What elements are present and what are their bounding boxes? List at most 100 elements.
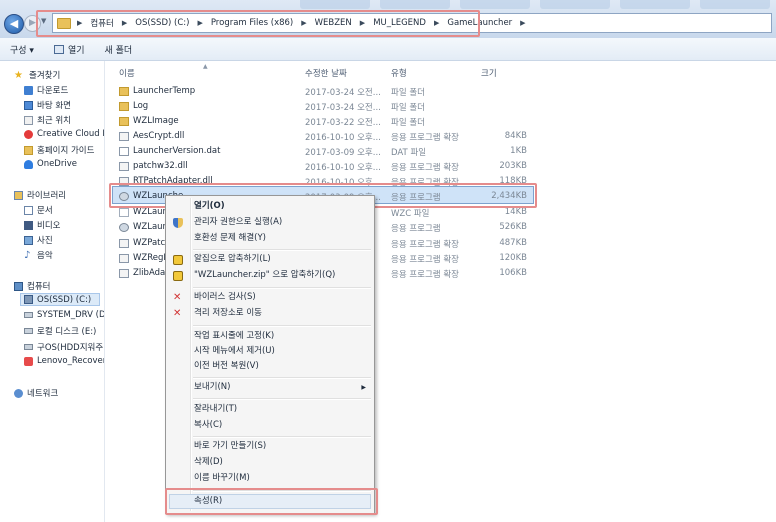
title-bar: ◀ ▶ ▼ ▶ 컴퓨터 ▶ OS(SSD) (C:) ▶ Program Files …: [0, 0, 776, 38]
nav-label: 구OS(HDD지워주: [37, 343, 104, 353]
open-window-icon: [53, 44, 64, 54]
table-row[interactable]: Log 2017-03-24 오전... 파일 폴더: [0, 99, 776, 114]
nav-drive-os[interactable]: OS(SSD) (C:): [20, 293, 100, 306]
network-icon: [14, 388, 23, 398]
column-name[interactable]: 이름: [119, 67, 135, 79]
column-date[interactable]: 수정한 날짜: [305, 67, 347, 79]
new-folder-button[interactable]: 새 폴더: [105, 43, 133, 56]
organize-button[interactable]: 구성 ▾: [10, 43, 34, 56]
nav-label: 로컬 디스크 (E:): [37, 327, 97, 337]
recovery-drive-icon: [24, 356, 33, 366]
table-row[interactable]: patchw32.dll 2016-10-10 오후... 응용 프로그램 확장…: [0, 159, 776, 174]
menu-item-cut[interactable]: 잘라내기(T): [194, 402, 370, 417]
file-type: 응용 프로그램 확장: [391, 133, 459, 143]
breadcrumb-mu-legend[interactable]: ▶ MU_LEGEND: [360, 18, 426, 28]
file-type: 응용 프로그램 확장: [391, 178, 459, 188]
file-date: 2017-03-24 오전...: [305, 88, 381, 98]
breadcrumb-os-drive[interactable]: ▶ OS(SSD) (C:): [122, 18, 190, 28]
organize-label: 구성 ▾: [10, 45, 34, 56]
table-row[interactable]: WZLImage 2017-03-22 오전... 파일 폴더: [0, 114, 776, 129]
nav-drive-old-os[interactable]: 구OS(HDD지워주: [24, 341, 103, 353]
breadcrumb-webzen[interactable]: ▶ WEBZEN: [301, 18, 352, 28]
menu-item-virus-scan[interactable]: 바이러스 검사(S): [194, 290, 370, 305]
menu-item-compatibility[interactable]: 호환성 문제 해결(Y): [194, 231, 370, 246]
nav-drive-system[interactable]: SYSTEM_DRV (D: [24, 310, 105, 320]
table-row[interactable]: WZRegPII 응용 프로그램 확장 120KB: [0, 251, 776, 266]
open-button[interactable]: 열기: [53, 43, 85, 56]
breadcrumb-program-files[interactable]: ▶ Program Files (x86): [197, 18, 293, 28]
table-row[interactable]: LauncherVersion.dat 2017-03-09 오후... DAT…: [0, 144, 776, 159]
menu-item-compress-alzip[interactable]: 알집으로 압축하기(L): [194, 252, 370, 267]
new-folder-label: 새 폴더: [104, 45, 133, 56]
recent-pages-chevron-icon[interactable]: ▼: [41, 17, 46, 25]
table-row[interactable]: WZLaunch WZC 파일 14KB: [0, 205, 776, 220]
file-date: 2016-10-10 오후...: [305, 133, 381, 143]
file-type: 응용 프로그램 확장: [391, 270, 459, 280]
breadcrumb-label: WEBZEN: [314, 18, 352, 28]
table-row[interactable]: WZLaunch 응용 프로그램 526KB: [0, 220, 776, 235]
table-row[interactable]: ZlibAdapt 응용 프로그램 확장 106KB: [0, 266, 776, 281]
table-row[interactable]: RTPatchAdapter.dll 2016-10-10 오후... 응용 프…: [0, 174, 776, 189]
menu-separator: [193, 287, 371, 289]
menu-item-pin-taskbar[interactable]: 작업 표시줄에 고정(K): [194, 329, 370, 344]
breadcrumb-label: OS(SSD) (C:): [135, 18, 190, 28]
file-name: LauncherVersion.dat: [133, 146, 221, 156]
nav-label: SYSTEM_DRV (D: [37, 310, 105, 320]
open-label: 열기: [67, 45, 85, 56]
drive-icon: [24, 344, 33, 350]
menu-item-rename[interactable]: 이름 바꾸기(M): [194, 471, 370, 486]
menu-icon-gutter: [190, 198, 192, 511]
menu-item-quarantine[interactable]: 격리 저장소로 이동: [194, 306, 370, 321]
nav-computer[interactable]: 컴퓨터: [14, 280, 50, 292]
menu-item-send-to[interactable]: 보내기(N) ▶: [194, 380, 370, 395]
nav-lenovo-recovery[interactable]: Lenovo_Recovery: [24, 356, 104, 366]
menu-separator: [193, 325, 371, 327]
column-headers: ▲ 이름 수정한 날짜 유형 크기: [0, 63, 776, 80]
file-size: 487KB: [499, 238, 527, 248]
table-row-selected[interactable]: WZLaunche 2017-03-09 오후... 응용 프로그램 2,434…: [0, 189, 776, 204]
file-size: 120KB: [499, 253, 527, 263]
menu-item-create-shortcut[interactable]: 바로 가기 만들기(S): [194, 439, 370, 454]
dll-file-icon: [119, 131, 129, 141]
table-row[interactable]: AesCrypt.dll 2016-10-10 오후... 응용 프로그램 확장…: [0, 129, 776, 144]
drive-icon: [24, 312, 33, 318]
breadcrumb-gamelauncher[interactable]: ▶ GameLauncher ▶: [434, 18, 534, 28]
address-bar[interactable]: ▶ 컴퓨터 ▶ OS(SSD) (C:) ▶ Program Files (x86) …: [52, 13, 772, 33]
file-type: 응용 프로그램: [391, 224, 441, 234]
menu-item-open[interactable]: 열기(O): [194, 199, 370, 214]
column-size[interactable]: 크기: [481, 67, 497, 79]
menu-item-copy[interactable]: 복사(C): [194, 418, 370, 433]
file-type: WZC 파일: [391, 209, 430, 219]
menu-item-unpin-start[interactable]: 시작 메뉴에서 제거(U): [194, 344, 370, 359]
breadcrumb-computer[interactable]: ▶ 컴퓨터: [77, 17, 114, 29]
file-date: 2017-03-22 오전...: [305, 118, 381, 128]
file-type: 응용 프로그램 확장: [391, 240, 459, 250]
table-row[interactable]: WZPatcha 응용 프로그램 확장 487KB: [0, 236, 776, 251]
file-name: AesCrypt.dll: [133, 131, 185, 141]
file-size: 203KB: [499, 161, 527, 171]
background-window-tabs: [300, 0, 776, 10]
file-date: 2017-03-24 오전...: [305, 103, 381, 113]
menu-item-restore-previous[interactable]: 이전 버전 복원(V): [194, 359, 370, 374]
column-type[interactable]: 유형: [391, 67, 407, 79]
menu-item-run-as-admin[interactable]: 관리자 권한으로 실행(A): [194, 215, 370, 230]
menu-item-compress-zip[interactable]: "WZLauncher.zip" 으로 압축하기(Q): [194, 268, 370, 283]
file-size: 526KB: [499, 222, 527, 232]
forward-arrow-icon[interactable]: ▶: [24, 15, 41, 32]
antivirus-icon: ✕: [173, 292, 182, 303]
file-name: LauncherTemp: [133, 86, 196, 96]
file-size: 106KB: [499, 268, 527, 278]
menu-item-delete[interactable]: 삭제(D): [194, 455, 370, 470]
nav-network[interactable]: 네트워크: [14, 387, 58, 399]
menu-item-properties[interactable]: 속성(R): [194, 494, 370, 509]
breadcrumb-label: MU_LEGEND: [373, 18, 426, 28]
nav-drive-local[interactable]: 로컬 디스크 (E:): [24, 325, 96, 337]
drive-icon: [24, 328, 33, 334]
file-name: WZLImage: [133, 116, 179, 126]
file-type: 파일 폴더: [391, 103, 425, 113]
back-arrow-icon[interactable]: ◀: [4, 14, 24, 34]
nav-label: 네트워크: [27, 389, 59, 399]
table-row[interactable]: LauncherTemp 2017-03-24 오전... 파일 폴더: [0, 84, 776, 99]
file-type: DAT 파일: [391, 148, 427, 158]
menu-separator: [193, 398, 371, 400]
